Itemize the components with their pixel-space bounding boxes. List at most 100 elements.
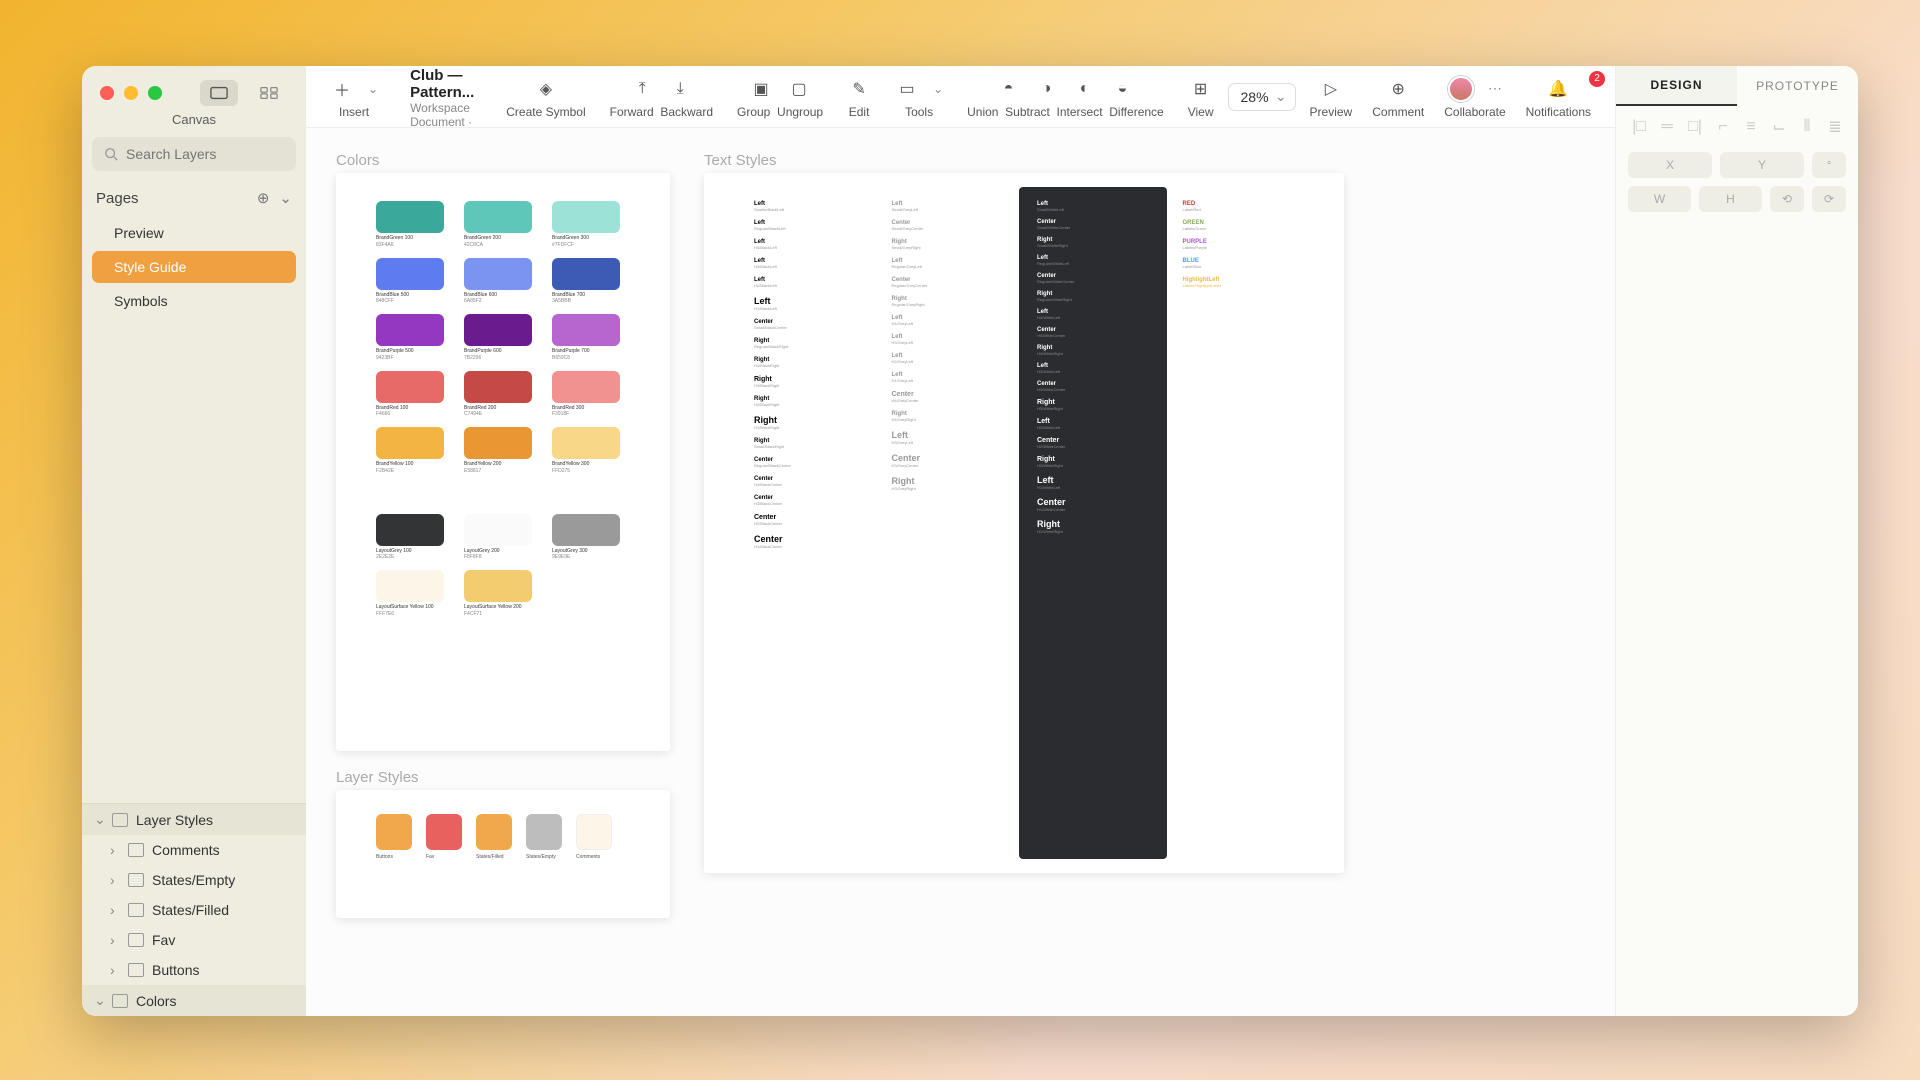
- text-style-item[interactable]: CenterSmall/BlackCenter: [754, 319, 866, 330]
- text-style-item[interactable]: CenterH2/BlackCenter: [754, 514, 866, 526]
- text-style-item[interactable]: RightH4/GreyRight: [892, 411, 1004, 422]
- align-top-icon[interactable]: ⌐: [1712, 116, 1734, 138]
- layer-item[interactable]: ›Buttons: [82, 955, 306, 985]
- page-item[interactable]: Style Guide: [92, 251, 296, 283]
- text-style-item[interactable]: REDLabel/Red: [1183, 201, 1295, 212]
- text-style-item[interactable]: LeftH3/GreyLeft: [892, 334, 1004, 345]
- layer-style-swatch[interactable]: States/Empty: [526, 814, 562, 860]
- backward-icon[interactable]: ⤓: [668, 77, 692, 101]
- color-swatch[interactable]: BrandPurple 700B659C8: [552, 314, 620, 361]
- text-style-item[interactable]: GREENLabels/Green: [1183, 220, 1295, 231]
- forward-icon[interactable]: ⤒: [630, 77, 654, 101]
- color-swatch[interactable]: LayoutGrey 3009E9E9E: [552, 514, 620, 561]
- text-style-item[interactable]: LeftH2/GreyLeft: [892, 353, 1004, 364]
- color-swatch[interactable]: BrandRed 100F4666: [376, 371, 444, 418]
- color-swatch[interactable]: BrandBlue 7003A5BBB: [552, 258, 620, 305]
- colors-artboard[interactable]: BrandGreen 10083F4A6 BrandGreen 20042C8CA…: [336, 173, 670, 751]
- text-style-item[interactable]: RightH3/WhiteRight: [1037, 399, 1149, 411]
- align-bottom-icon[interactable]: ⌙: [1768, 116, 1790, 138]
- color-swatch[interactable]: BrandPurple 6007B2296: [464, 314, 532, 361]
- tab-design[interactable]: DESIGN: [1616, 66, 1737, 106]
- text-style-item[interactable]: LeftH3/BlackLeft: [754, 258, 866, 269]
- align-center-h-icon[interactable]: ═: [1656, 116, 1678, 138]
- text-style-item[interactable]: LeftH4/GreyLeft: [892, 315, 1004, 326]
- text-style-item[interactable]: CenterH1/BlackCenter: [754, 534, 866, 549]
- insert-tool[interactable]: ＋⌄ Insert: [320, 75, 388, 119]
- text-style-item[interactable]: RightH4/WhiteRight: [1037, 345, 1149, 356]
- text-style-item[interactable]: LeftSmall/GreyLeft: [892, 201, 1004, 212]
- layer-item[interactable]: ›States/Filled: [82, 895, 306, 925]
- text-style-item[interactable]: LeftRegular/BlackLeft: [754, 220, 866, 231]
- text-style-item[interactable]: RightH3/BlackRight: [754, 376, 866, 388]
- canvas-view-button[interactable]: [200, 80, 238, 106]
- w-field[interactable]: W: [1628, 186, 1691, 212]
- x-field[interactable]: X: [1628, 152, 1712, 178]
- layer-style-swatch[interactable]: Buttons: [376, 814, 412, 860]
- layer-group[interactable]: ⌄Colors: [82, 985, 306, 1016]
- color-swatch[interactable]: BrandGreen 20042C8CA: [464, 201, 532, 248]
- components-view-button[interactable]: [250, 80, 288, 106]
- color-swatch[interactable]: BrandYellow 100F2B42E: [376, 427, 444, 474]
- layer-group[interactable]: ⌄Layer Styles: [82, 804, 306, 835]
- angle-field[interactable]: °: [1812, 152, 1846, 178]
- preview-button[interactable]: ▷ Preview: [1300, 75, 1363, 119]
- text-style-item[interactable]: LeftH1/GreyLeft: [892, 372, 1004, 383]
- text-style-item[interactable]: LeftH3/WhiteLeft: [1037, 363, 1149, 374]
- comment-button[interactable]: ⊕ Comment: [1362, 75, 1434, 119]
- subtract-icon[interactable]: ◑: [1034, 77, 1058, 101]
- text-style-item[interactable]: RightH2/WhiteRight: [1037, 456, 1149, 468]
- text-style-item[interactable]: PURPLELabels/Purple: [1183, 239, 1295, 250]
- text-style-item[interactable]: RightRegular/BlackRight: [754, 338, 866, 349]
- text-style-item[interactable]: CenterRegular/GreyCenter: [892, 277, 1004, 288]
- text-style-item[interactable]: CenterH4/BlackCenter: [754, 476, 866, 487]
- distribute-v-icon[interactable]: ≣: [1824, 116, 1846, 138]
- text-style-item[interactable]: LeftH2/WhiteLeft: [1037, 418, 1149, 430]
- text-style-item[interactable]: CenterSmall/GreyCenter: [892, 220, 1004, 231]
- color-swatch[interactable]: LayoutGrey 200F8F8F8: [464, 514, 532, 561]
- h-field[interactable]: H: [1699, 186, 1762, 212]
- layer-style-swatch[interactable]: States/Filled: [476, 814, 512, 860]
- edit-button[interactable]: ✎ Edit: [837, 75, 881, 119]
- text-style-item[interactable]: CenterH4/GreyCenter: [892, 391, 1004, 403]
- text-style-item[interactable]: HighlightLeftLabels/HighlightLetter: [1183, 277, 1295, 288]
- search-layers-field[interactable]: [92, 137, 296, 171]
- layer-styles-artboard[interactable]: ButtonsFavStates/FilledStates/EmptyComme…: [336, 790, 670, 918]
- tab-prototype[interactable]: PROTOTYPE: [1737, 66, 1858, 106]
- text-style-item[interactable]: CenterRegular/BlackCenter: [754, 457, 866, 468]
- distribute-h-icon[interactable]: ⫴: [1796, 116, 1818, 138]
- search-layers-input[interactable]: [126, 146, 284, 162]
- collaborate-button[interactable]: ⋯ Collaborate: [1434, 75, 1515, 119]
- color-swatch[interactable]: LayoutSurface Yellow 200F4CF71: [464, 570, 532, 617]
- add-page-icon[interactable]: ⊕: [257, 189, 270, 207]
- text-style-item[interactable]: RightH3/GreyRight: [892, 476, 1004, 491]
- align-middle-icon[interactable]: ≡: [1740, 116, 1762, 138]
- text-style-item[interactable]: LeftH1/WhiteLeft: [1037, 475, 1149, 490]
- flip-h-icon[interactable]: ⟲: [1770, 186, 1804, 212]
- text-style-item[interactable]: LeftH2/BlackLeft: [754, 277, 866, 288]
- text-style-item[interactable]: BLUELabel/Blue: [1183, 258, 1295, 269]
- color-swatch[interactable]: BrandBlue 500848CFF: [376, 258, 444, 305]
- canvas[interactable]: Colors BrandGreen 10083F4A6BrandGreen 20…: [306, 128, 1615, 1016]
- tools-dropdown[interactable]: ▭⌄ Tools: [885, 75, 953, 119]
- text-style-item[interactable]: LeftH4/WhiteLeft: [1037, 309, 1149, 320]
- color-swatch[interactable]: BrandYellow 200E58817: [464, 427, 532, 474]
- text-style-item[interactable]: RightH1/BlackRight: [754, 415, 866, 430]
- layer-item[interactable]: ›States/Empty: [82, 865, 306, 895]
- text-style-item[interactable]: LeftH1/BlackLeft: [754, 296, 866, 311]
- layer-style-swatch[interactable]: Fav: [426, 814, 462, 860]
- color-swatch[interactable]: LayoutGrey 1002E2E2E: [376, 514, 444, 561]
- page-item[interactable]: Symbols: [92, 285, 296, 317]
- color-swatch[interactable]: BrandRed 300F3918F: [552, 371, 620, 418]
- group-icon[interactable]: ▣: [749, 77, 773, 101]
- align-left-icon[interactable]: |□: [1628, 116, 1650, 138]
- minimize-window-icon[interactable]: [124, 86, 138, 100]
- color-swatch[interactable]: BrandGreen 10083F4A6: [376, 201, 444, 248]
- text-style-item[interactable]: CenterH3/GreyCenter: [892, 453, 1004, 468]
- color-swatch[interactable]: BrandBlue 6006A85F2: [464, 258, 532, 305]
- difference-icon[interactable]: ◒: [1110, 77, 1134, 101]
- text-style-item[interactable]: LeftSmallerBlackLeft: [754, 201, 866, 212]
- layer-item[interactable]: ›Comments: [82, 835, 306, 865]
- color-swatch[interactable]: BrandRed 200C7494E: [464, 371, 532, 418]
- text-style-item[interactable]: CenterRegular/WhiteCenter: [1037, 273, 1149, 284]
- notifications-button[interactable]: 🔔2 Notifications: [1516, 75, 1601, 119]
